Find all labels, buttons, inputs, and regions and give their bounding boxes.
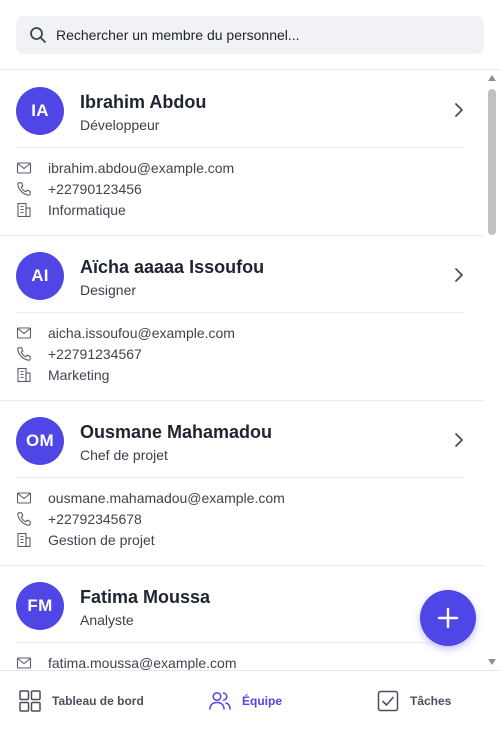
- phone-icon: [16, 346, 32, 362]
- staff-card-header[interactable]: IA Ibrahim Abdou Développeur: [0, 71, 484, 147]
- department-text: Marketing: [48, 367, 110, 383]
- email-row: fatima.moussa@example.com: [16, 653, 237, 670]
- scroll-down-arrow-icon[interactable]: [488, 659, 496, 665]
- scroll-up-arrow-icon[interactable]: [488, 75, 496, 81]
- staff-role: Analyste: [80, 612, 134, 628]
- phone-text: +22792345678: [48, 511, 142, 527]
- bottom-navigation: Tableau de bord Équipe Tâches: [0, 670, 500, 730]
- staff-card-header[interactable]: FM Fatima Moussa Analyste: [0, 566, 484, 642]
- mail-icon: [16, 490, 32, 506]
- email-text: ibrahim.abdou@example.com: [48, 160, 235, 176]
- staff-role: Chef de projet: [80, 447, 168, 463]
- avatar: OM: [16, 417, 64, 465]
- plus-icon: [437, 607, 459, 629]
- grid-icon: [18, 689, 42, 713]
- nav-team[interactable]: Équipe: [208, 671, 282, 730]
- nav-dashboard-label: Tableau de bord: [52, 694, 144, 708]
- phone-text: +22790123456: [48, 181, 142, 197]
- checkbox-icon: [376, 689, 400, 713]
- staff-role: Développeur: [80, 117, 160, 133]
- avatar: FM: [16, 582, 64, 630]
- building-icon: [16, 202, 32, 218]
- building-icon: [16, 367, 32, 383]
- email-row: aicha.issoufou@example.com: [16, 323, 235, 343]
- phone-row: +22791234567: [16, 344, 142, 364]
- staff-name: Fatima Moussa: [80, 587, 211, 607]
- nav-tasks-label: Tâches: [410, 694, 452, 708]
- staff-name: Ibrahim Abdou: [80, 92, 207, 112]
- staff-role: Designer: [80, 282, 137, 298]
- staff-card-header[interactable]: AI Aïcha aaaaa Issoufou Designer: [0, 236, 484, 312]
- staff-card: OM Ousmane Mahamadou Chef de projet ousm…: [0, 401, 484, 566]
- avatar: AI: [16, 252, 64, 300]
- mail-icon: [16, 325, 32, 341]
- mail-icon: [16, 655, 32, 670]
- email-text: ousmane.mahamadou@example.com: [48, 490, 285, 506]
- chevron-right-icon[interactable]: [451, 101, 467, 119]
- search-input[interactable]: [56, 27, 456, 43]
- email-row: ibrahim.abdou@example.com: [16, 158, 234, 178]
- phone-row: +22790123456: [16, 179, 142, 199]
- scrollbar[interactable]: [484, 71, 500, 670]
- staff-name: Ousmane Mahamadou: [80, 422, 273, 442]
- department-row: Marketing: [16, 365, 109, 385]
- department-row: Gestion de projet: [16, 530, 155, 550]
- phone-icon: [16, 511, 32, 527]
- staff-card: FM Fatima Moussa Analyste fatima.moussa@…: [0, 566, 484, 670]
- phone-row: +22792345678: [16, 509, 142, 529]
- email-text: fatima.moussa@example.com: [48, 655, 237, 670]
- divider: [16, 147, 464, 148]
- phone-icon: [16, 181, 32, 197]
- scrollbar-thumb[interactable]: [488, 89, 496, 235]
- divider: [16, 312, 464, 313]
- department-text: Informatique: [48, 202, 126, 218]
- staff-card: IA Ibrahim Abdou Développeur ibrahim.abd…: [0, 71, 484, 236]
- avatar: IA: [16, 87, 64, 135]
- mail-icon: [16, 160, 32, 176]
- search-bar-container: [0, 0, 500, 70]
- phone-text: +22791234567: [48, 346, 142, 362]
- search-icon: [29, 26, 47, 44]
- divider: [16, 477, 464, 478]
- search-box[interactable]: [16, 16, 484, 54]
- chevron-right-icon[interactable]: [451, 266, 467, 284]
- staff-list: IA Ibrahim Abdou Développeur ibrahim.abd…: [0, 71, 484, 670]
- staff-card: AI Aïcha aaaaa Issoufou Designer aicha.i…: [0, 236, 484, 401]
- chevron-right-icon[interactable]: [451, 431, 467, 449]
- staff-name: Aïcha aaaaa Issoufou: [80, 257, 265, 277]
- department-text: Gestion de projet: [48, 532, 155, 548]
- department-row: Informatique: [16, 200, 126, 220]
- nav-team-label: Équipe: [242, 694, 283, 708]
- building-icon: [16, 532, 32, 548]
- email-text: aicha.issoufou@example.com: [48, 325, 235, 341]
- add-member-button[interactable]: [420, 590, 476, 646]
- divider: [16, 642, 464, 643]
- staff-card-header[interactable]: OM Ousmane Mahamadou Chef de projet: [0, 401, 484, 477]
- email-row: ousmane.mahamadou@example.com: [16, 488, 285, 508]
- users-icon: [208, 689, 232, 713]
- nav-dashboard[interactable]: Tableau de bord: [18, 671, 144, 730]
- nav-tasks[interactable]: Tâches: [376, 671, 451, 730]
